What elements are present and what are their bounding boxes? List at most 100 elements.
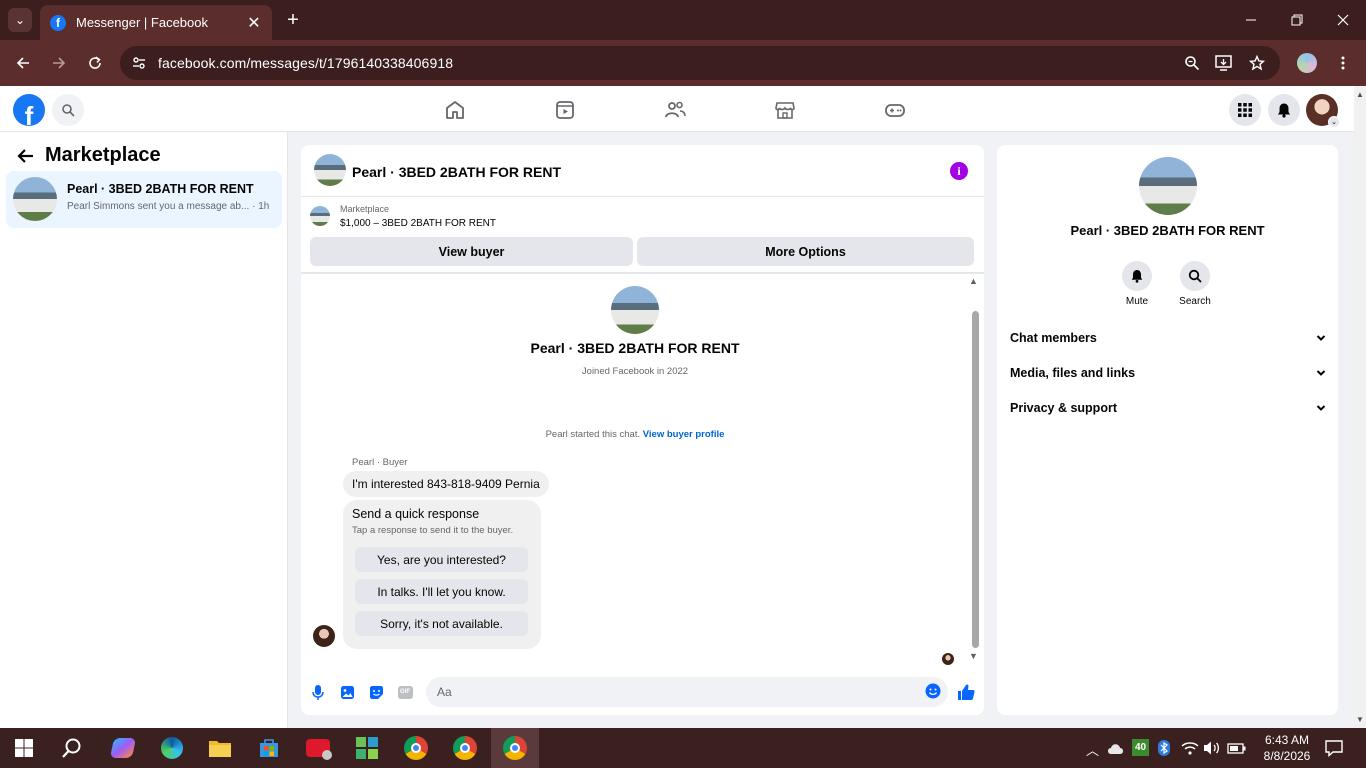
windows-start-icon[interactable] [12, 736, 36, 760]
nav-video-button[interactable] [553, 98, 577, 122]
message-thread[interactable]: ▲ ▼ Pearl · 3BED 2BATH FOR RENT Joined F… [301, 274, 984, 669]
taskbar-clock[interactable]: 6:43 AM 8/8/2026 [1256, 732, 1318, 764]
browser-menu-icon[interactable] [1331, 51, 1355, 75]
message-composer: GIF [301, 669, 984, 715]
quick-response-title: Send a quick response [352, 507, 480, 521]
tab-search-menu-button[interactable]: ⌄ [8, 8, 32, 32]
privacy-support-section[interactable]: Privacy & support [1010, 396, 1326, 420]
nav-gaming-button[interactable] [883, 98, 907, 122]
zoom-icon[interactable] [1180, 51, 1204, 75]
section-label: Privacy & support [1010, 401, 1117, 415]
chat-title[interactable]: Pearl · 3BED 2BATH FOR RENT [352, 164, 561, 180]
chrome-active-icon[interactable] [503, 736, 527, 760]
nav-friends-button[interactable] [663, 98, 687, 122]
intro-joined: Joined Facebook in 2022 [581, 366, 689, 377]
quick-response-option[interactable]: Sorry, it's not available. [355, 611, 528, 636]
file-explorer-icon[interactable] [208, 736, 232, 760]
nav-home-button[interactable] [443, 98, 467, 122]
gif-icon[interactable]: GIF [396, 683, 414, 701]
notifications-button[interactable] [1268, 94, 1300, 126]
chat-started-text: Pearl started this chat. [545, 429, 643, 440]
gif-label: GIF [397, 685, 413, 699]
quick-response-option[interactable]: In talks. I'll let you know. [355, 579, 528, 604]
browser-address-bar: facebook.com/messages/t/1796140338406918 [0, 40, 1366, 86]
facebook-logo-icon[interactable]: f [13, 94, 45, 126]
view-buyer-button[interactable]: View buyer [310, 237, 633, 266]
browser-tab-bar: ⌄ f Messenger | Facebook ✕ + [0, 0, 1366, 40]
thread-scroll-up-icon[interactable]: ▲ [969, 276, 978, 286]
quick-response-option[interactable]: Yes, are you interested? [355, 547, 528, 572]
facebook-search-button[interactable] [52, 94, 84, 126]
profile-avatar-icon[interactable] [1295, 51, 1319, 75]
more-options-button[interactable]: More Options [637, 237, 974, 266]
scroll-down-arrow-icon[interactable]: ▼ [1356, 715, 1364, 724]
page-scrollbar[interactable]: ▲ ▼ [1354, 86, 1366, 728]
weather-cloud-icon[interactable] [1106, 738, 1126, 758]
url-box[interactable]: facebook.com/messages/t/1796140338406918 [120, 46, 1280, 80]
bookmark-star-icon[interactable] [1245, 51, 1269, 75]
listing-price[interactable]: $1,000 – 3BED 2BATH FOR RENT [340, 218, 496, 229]
edge-browser-icon[interactable] [160, 736, 184, 760]
media-files-links-section[interactable]: Media, files and links [1010, 361, 1326, 385]
gaming-controller-icon [885, 104, 905, 117]
chat-members-section[interactable]: Chat members [1010, 326, 1326, 350]
app-icon-red[interactable] [306, 736, 332, 760]
photo-icon[interactable] [338, 683, 356, 701]
info-panel-name: Pearl · 3BED 2BATH FOR RENT [1070, 223, 1265, 238]
restore-icon [1291, 14, 1303, 26]
site-settings-icon[interactable] [120, 55, 158, 71]
close-window-button[interactable] [1320, 0, 1366, 40]
chrome-icon[interactable] [404, 736, 428, 760]
browser-tab-messenger[interactable]: f Messenger | Facebook ✕ [40, 5, 272, 40]
show-hidden-icons-icon[interactable]: ︿ [1086, 740, 1099, 759]
emoji-icon[interactable] [925, 683, 943, 701]
message-input[interactable] [426, 677, 948, 707]
minimize-window-button[interactable] [1228, 0, 1274, 40]
nav-marketplace-button[interactable] [773, 98, 797, 122]
restore-window-button[interactable] [1274, 0, 1320, 40]
intro-name: Pearl · 3BED 2BATH FOR RENT [530, 340, 740, 356]
listing-thumbnail[interactable] [310, 206, 330, 226]
notification-center-icon[interactable] [1322, 736, 1346, 760]
like-thumb-icon[interactable] [956, 682, 976, 702]
taskbar-search-icon[interactable] [60, 736, 84, 760]
conversation-preview: Pearl Simmons sent you a message ab... ·… [67, 201, 270, 212]
message-bubble[interactable]: I'm interested 843-818-9409 Pernia [343, 471, 549, 497]
listing-tag: Marketplace [340, 204, 390, 214]
view-buyer-profile-link[interactable]: View buyer profile [643, 429, 725, 440]
reload-icon [89, 56, 101, 69]
sticker-icon[interactable] [367, 683, 385, 701]
thread-scrollbar-thumb[interactable] [972, 311, 979, 648]
conversation-list-item[interactable]: Pearl · 3BED 2BATH FOR RENT Pearl Simmon… [6, 171, 282, 228]
temperature-badge[interactable]: 40 [1132, 739, 1149, 756]
back-button[interactable] [11, 51, 35, 75]
microsoft-store-icon[interactable] [257, 736, 281, 760]
wifi-icon[interactable] [1180, 738, 1200, 758]
microphone-icon[interactable] [309, 683, 327, 701]
account-avatar[interactable]: ⌄ [1306, 94, 1340, 128]
listing-house-avatar [13, 177, 57, 221]
mute-button[interactable]: Mute [1107, 261, 1167, 307]
section-label: Chat members [1010, 331, 1097, 345]
info-icon[interactable]: i [950, 162, 968, 180]
volume-icon[interactable] [1202, 738, 1222, 758]
scroll-up-arrow-icon[interactable]: ▲ [1356, 90, 1364, 99]
search-conversation-button[interactable]: Search [1165, 261, 1225, 307]
reload-button[interactable] [83, 51, 107, 75]
back-arrow-icon[interactable] [14, 145, 36, 167]
app-icon-green[interactable] [355, 736, 379, 760]
chat-header-avatar[interactable] [314, 154, 346, 186]
info-panel-avatar[interactable] [1139, 157, 1197, 215]
facebook-favicon-icon: f [50, 14, 66, 31]
battery-icon[interactable] [1226, 738, 1248, 758]
copilot-icon[interactable] [109, 736, 137, 760]
bluetooth-icon[interactable] [1156, 738, 1172, 758]
chrome-profile-icon[interactable] [453, 736, 477, 760]
sender-avatar[interactable] [313, 625, 335, 647]
thread-scroll-down-icon[interactable]: ▼ [969, 651, 978, 661]
install-app-icon[interactable] [1212, 51, 1236, 75]
new-tab-button[interactable]: + [282, 9, 304, 31]
menu-grid-button[interactable] [1229, 94, 1261, 126]
forward-button[interactable] [47, 51, 71, 75]
tab-close-icon[interactable]: ✕ [246, 13, 262, 33]
